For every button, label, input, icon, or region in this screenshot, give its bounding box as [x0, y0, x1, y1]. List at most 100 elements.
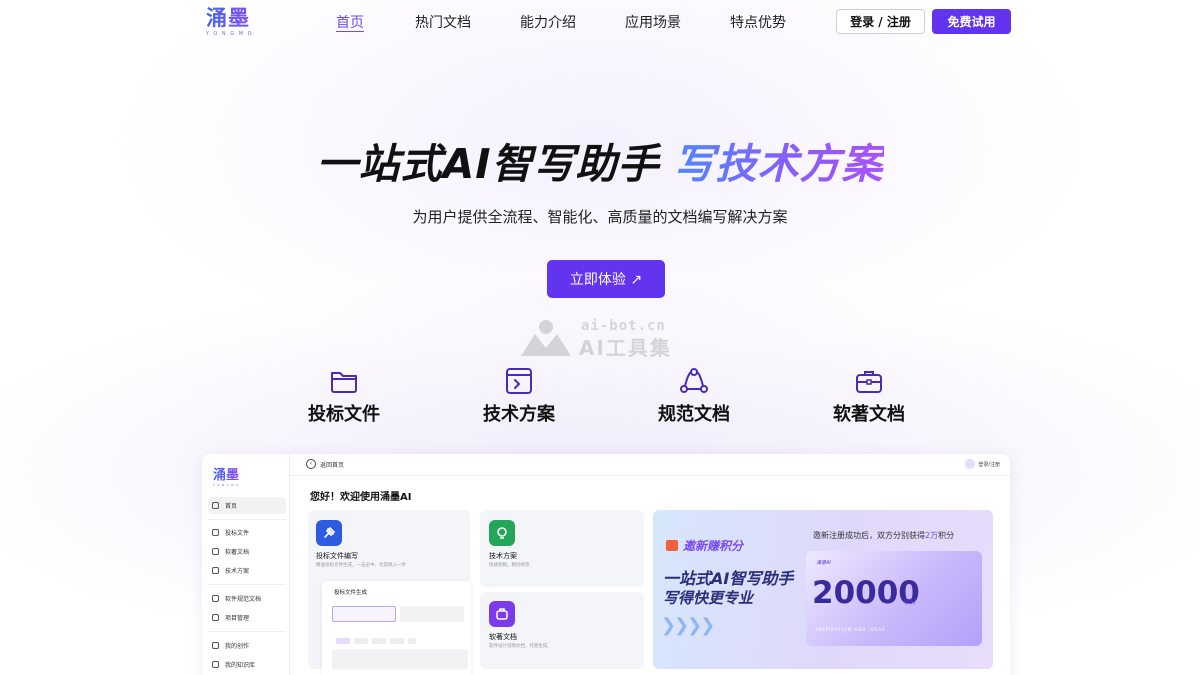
bezier-icon: [680, 368, 708, 393]
try-now-button[interactable]: 立即体验 ↗: [547, 260, 665, 298]
preview-form-input[interactable]: [332, 649, 468, 669]
brand-logo[interactable]: 涌墨 YONGMO: [206, 6, 262, 38]
watermark: ai-bot.cn AI工具集: [519, 318, 689, 360]
card-title: 技术方案: [489, 552, 517, 560]
login-register-button[interactable]: 登录 / 注册: [836, 9, 925, 34]
bid-icon: [212, 529, 219, 536]
preview-sidebar-label: 技术方案: [225, 568, 250, 575]
invite-banner[interactable]: 邀新注册成功后，双方分别获得2万积分 邀新赚积分 一站式AI智写助手 写得快更专…: [653, 510, 993, 669]
category-bid-docs[interactable]: 投标文件: [284, 366, 404, 426]
hero-title-highlight: 写技术方案: [673, 140, 884, 188]
back-arrow-icon: ‹: [306, 459, 316, 469]
folder-icon: [331, 372, 357, 393]
copyright-doc-icon: [489, 601, 515, 627]
preview-sidebar-label: 软著文档: [225, 549, 250, 556]
card-desc: 快速初稿，精创修改: [489, 563, 530, 568]
preview-topbar: ‹ 返回首页 登录/注册: [290, 454, 1010, 476]
nav-link-home[interactable]: 首页: [336, 12, 364, 32]
preview-sidebar-divider: [208, 584, 286, 585]
ticket-tag: INSPIRATION AND IDEAS: [816, 627, 886, 632]
card-title: 投标文件编写: [316, 552, 358, 560]
preview-login-label: 登录/注册: [978, 461, 1000, 468]
preview-sidebar-item-home[interactable]: 首页: [208, 497, 286, 514]
preview-bid-form: 投标文件生成: [322, 581, 471, 675]
category-copyright-docs[interactable]: 软著文档: [809, 366, 929, 426]
preview-form-tag[interactable]: [390, 638, 404, 644]
project-icon: [212, 614, 219, 621]
preview-sidebar-divider: [208, 631, 286, 632]
preview-sidebar-item-project[interactable]: 项目管理: [208, 609, 286, 626]
preview-sidebar-label: 软件规范文档: [225, 596, 262, 603]
gavel-icon: [316, 520, 342, 546]
hero-title-main: 一站式AI智写助手: [316, 140, 660, 188]
back-home-button[interactable]: ‹ 返回首页: [306, 459, 344, 469]
spec-icon: [212, 595, 219, 602]
preview-form-tag[interactable]: [372, 638, 386, 644]
works-icon: [212, 642, 219, 649]
avatar: [965, 459, 976, 469]
hero-subtitle: 为用户提供全流程、智能化、高质量的文档编写解决方案: [412, 208, 788, 226]
preview-login-button[interactable]: 登录/注册: [965, 459, 1000, 469]
preview-logo-en: YONGMO: [213, 483, 241, 487]
ticket-unit: 积分: [904, 599, 917, 606]
banner-note-points: 2万: [925, 531, 939, 540]
nav-link-capabilities[interactable]: 能力介绍: [520, 12, 576, 32]
category-spec-docs[interactable]: 规范文档: [634, 366, 754, 426]
category-label: 技术方案: [483, 404, 555, 425]
preview-sidebar-item-my-works[interactable]: 我的创作: [208, 637, 286, 654]
nav-link-advantages[interactable]: 特点优势: [730, 12, 786, 32]
category-label: 投标文件: [308, 404, 380, 425]
free-trial-button[interactable]: 免费试用: [932, 9, 1011, 34]
gift-icon: [666, 540, 678, 551]
preview-form-tag[interactable]: [354, 638, 368, 644]
home-icon: [212, 502, 219, 509]
category-label: 规范文档: [658, 404, 730, 425]
preview-welcome: 您好！欢迎使用涌墨AI: [310, 492, 412, 503]
preview-sidebar-item-bid[interactable]: 投标文件: [208, 524, 286, 541]
category-tech-plan[interactable]: 技术方案: [459, 366, 579, 426]
preview-form-tag[interactable]: [336, 638, 350, 644]
banner-note: 邀新注册成功后，双方分别获得2万积分: [813, 530, 954, 541]
preview-form-option[interactable]: [332, 606, 396, 622]
banner-note-suffix: 积分: [938, 531, 955, 540]
brand-logo-en: YONGMO: [206, 31, 257, 37]
back-home-label: 返回首页: [320, 461, 345, 469]
banner-invite-label: 邀新赚积分: [683, 539, 744, 553]
knowledge-icon: [212, 661, 219, 668]
preview-form-tag[interactable]: [408, 638, 416, 644]
banner-headline-1: 一站式AI智写助手: [663, 569, 794, 588]
card-tech-plan[interactable]: 技术方案 快速初稿，精创修改: [480, 510, 644, 587]
preview-sidebar-label: 项目管理: [225, 615, 250, 622]
preview-bid-form-title: 投标文件生成: [334, 590, 368, 596]
hero-title: 一站式AI智写助手 写技术方案: [0, 130, 1200, 190]
watermark-logo-icon: [521, 320, 571, 356]
tech-icon: [212, 567, 219, 574]
preview-sidebar-item-copyright[interactable]: 软著文档: [208, 543, 286, 560]
preview-sidebar-item-tech[interactable]: 技术方案: [208, 562, 286, 579]
nav-link-hot-docs[interactable]: 热门文档: [415, 12, 471, 32]
card-title: 软著文档: [489, 633, 517, 641]
preview-sidebar-label: 投标文件: [225, 530, 250, 537]
document-icon: [212, 548, 219, 555]
top-nav: 涌墨 YONGMO 首页 热门文档 能力介绍 应用场景 特点优势 登录 / 注册…: [0, 0, 1200, 44]
chevrons-icon: ❯❯❯❯: [661, 615, 715, 636]
preview-sidebar-label: 我的创作: [225, 643, 250, 650]
banner-invite: 邀新赚积分: [666, 537, 743, 554]
points-ticket: 涌墨AI 20000 积分 INSPIRATION AND IDEAS: [806, 551, 982, 646]
preview-sidebar-label: 首页: [225, 503, 238, 510]
card-copyright-doc[interactable]: 软著文档 软件设计说明文档，托管生成: [480, 592, 644, 669]
watermark-name: AI工具集: [579, 336, 672, 360]
briefcase-icon: [856, 371, 882, 393]
nav-link-scenarios[interactable]: 应用场景: [625, 12, 681, 32]
preview-logo: 涌墨 YONGMO: [213, 464, 241, 487]
tech-plan-icon: [489, 520, 515, 546]
banner-note-prefix: 邀新注册成功后，双方分别获得: [813, 531, 925, 540]
preview-logo-cn: 涌墨: [213, 464, 241, 483]
category-label: 软著文档: [833, 404, 905, 425]
preview-sidebar: 涌墨 YONGMO 首页 投标文件 软著文档 技术方案 软件规范文档 项目管理 …: [202, 454, 290, 675]
card-desc: 精准投标文件生成，一击必中、文案俱入一步: [316, 563, 406, 568]
preview-form-option[interactable]: [400, 606, 464, 622]
preview-sidebar-item-knowledge[interactable]: 我的知识库: [208, 656, 286, 673]
card-desc: 软件设计说明文档，托管生成: [489, 644, 548, 649]
preview-sidebar-item-spec[interactable]: 软件规范文档: [208, 590, 286, 607]
